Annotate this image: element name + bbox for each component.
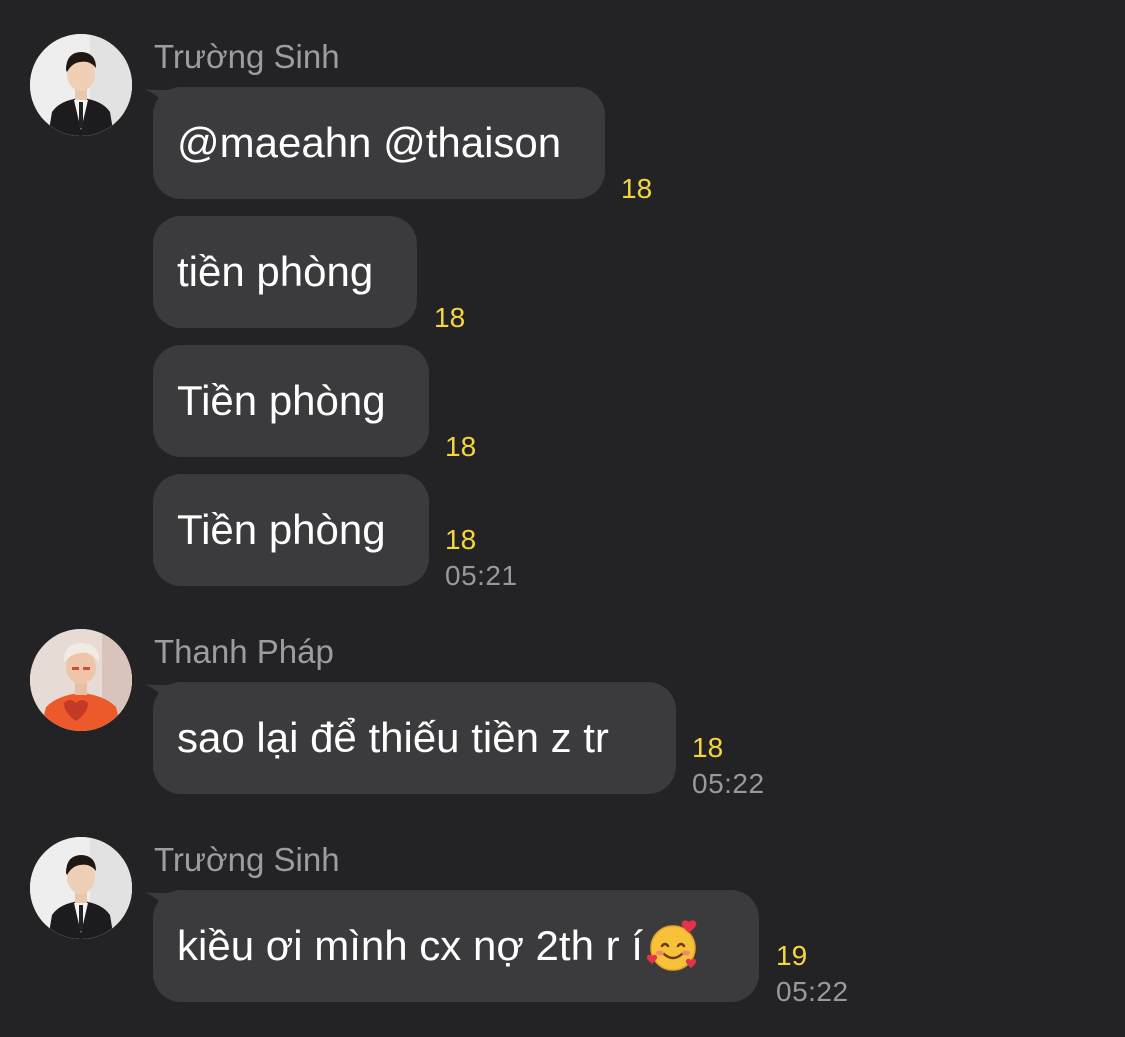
avatar-thanh-phap[interactable] — [30, 629, 132, 731]
message-text: @maeahn @thaison — [177, 119, 562, 166]
avatar-truong-sinh[interactable] — [30, 837, 132, 939]
sender-name: Thanh Pháp — [154, 633, 334, 670]
smiling-face-with-hearts-icon — [646, 920, 697, 971]
message-text: Tiền phòng — [177, 506, 386, 553]
message-text: sao lại để thiếu tiền z tr — [177, 714, 609, 761]
sender-name: Trường Sinh — [154, 841, 340, 878]
sender-name: Trường Sinh — [154, 38, 340, 75]
message-text: tiền phòng — [177, 248, 374, 295]
person-avatar-icon — [30, 34, 132, 136]
read-count: 18 — [621, 173, 653, 204]
message-bubble[interactable]: @maeahn @thaison — [153, 87, 605, 199]
message-text: kiều ơi mình cx nợ 2th r í — [177, 922, 643, 969]
message-bubble[interactable]: tiền phòng — [153, 216, 417, 328]
person-avatar-icon — [30, 629, 132, 731]
message-time: 05:21 — [445, 560, 518, 591]
person-avatar-icon — [30, 837, 132, 939]
read-count: 18 — [445, 524, 477, 555]
message-bubble[interactable]: kiều ơi mình cx nợ 2th r í — [153, 890, 759, 1002]
message-text: Tiền phòng — [177, 377, 386, 424]
message-time: 05:22 — [692, 768, 765, 799]
message-bubble[interactable]: Tiền phòng — [153, 474, 429, 586]
message-time: 05:22 — [776, 976, 849, 1007]
read-count: 18 — [445, 431, 477, 462]
message-bubble[interactable]: Tiền phòng — [153, 345, 429, 457]
message-bubble[interactable]: sao lại để thiếu tiền z tr — [153, 682, 676, 794]
read-count: 18 — [692, 732, 724, 763]
read-count: 18 — [434, 302, 466, 333]
avatar-truong-sinh[interactable] — [30, 34, 132, 136]
read-count: 19 — [776, 940, 808, 971]
